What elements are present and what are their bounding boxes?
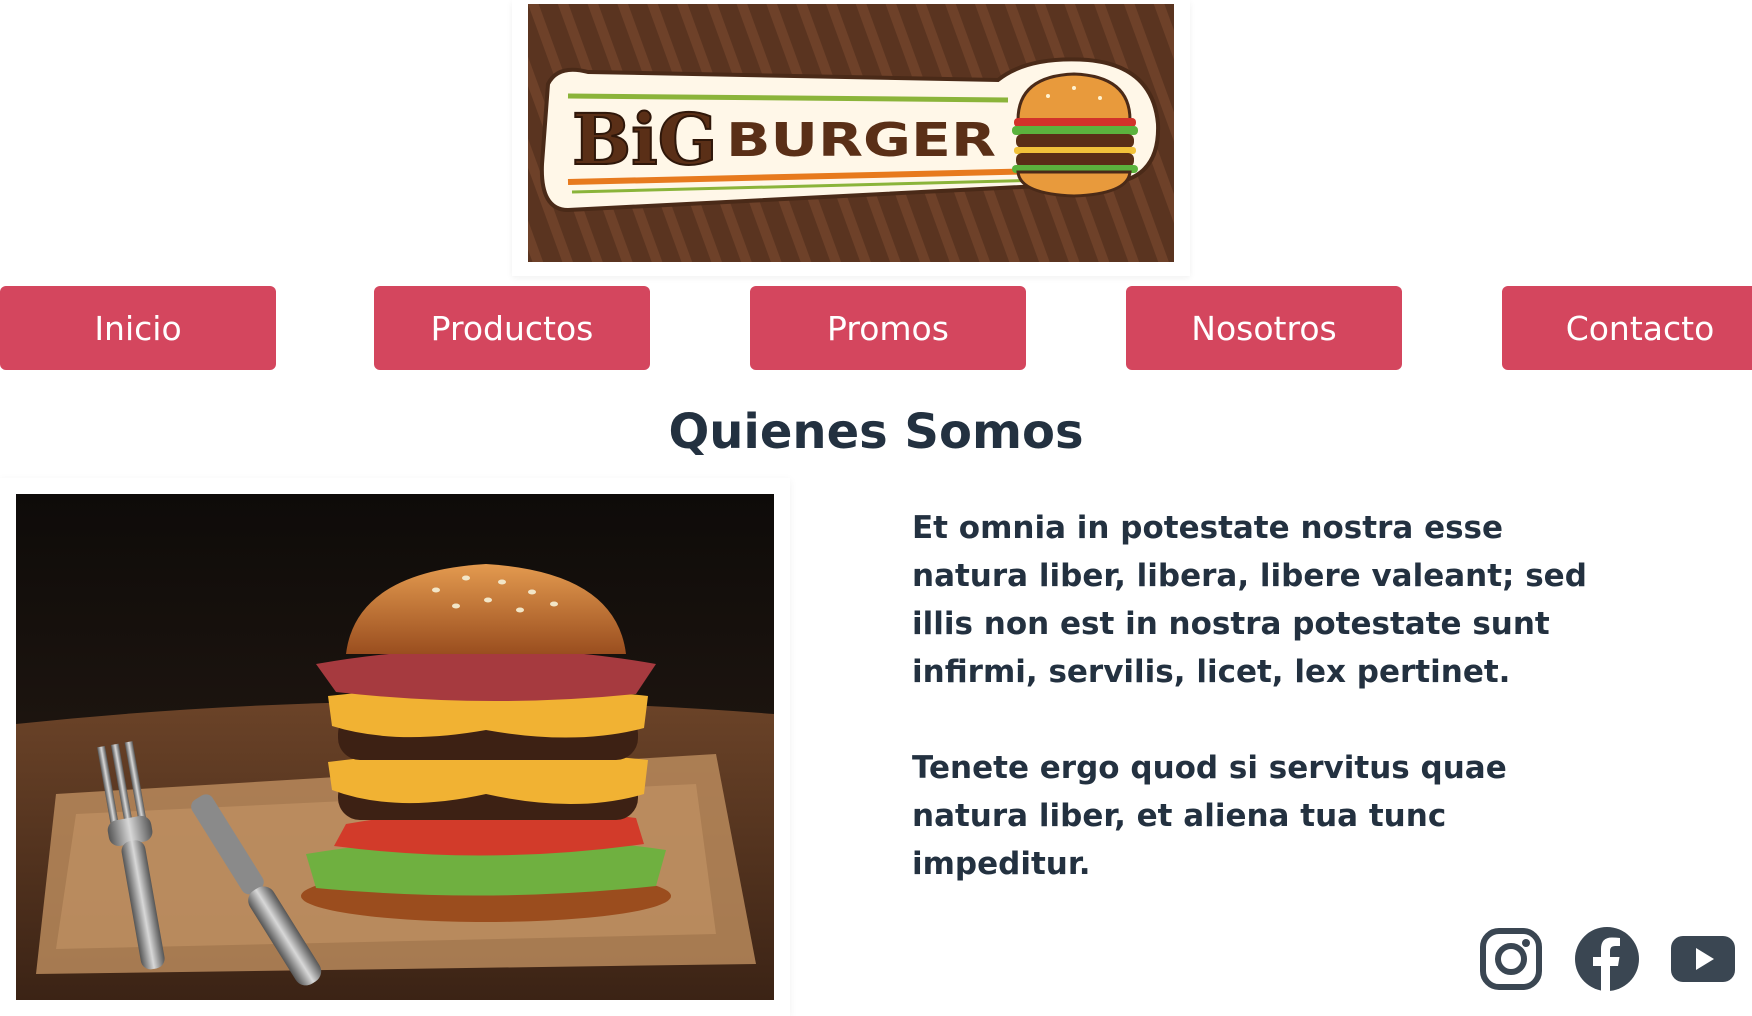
instagram-icon[interactable] — [1480, 926, 1542, 992]
logo-text-big: BiG — [572, 98, 718, 181]
about-text: Et omnia in potestate nostra esse natura… — [912, 504, 1612, 936]
nav-productos-label: Productos — [430, 308, 594, 348]
nav-nosotros-button[interactable]: Nosotros — [1126, 286, 1402, 370]
nav-productos-button[interactable]: Productos — [374, 286, 650, 370]
nav-promos-button[interactable]: Promos — [750, 286, 1026, 370]
page: BiG BURGER Inicio Productos Promos Nosot… — [0, 0, 1752, 1016]
main-nav: Inicio Productos Promos Nosotros Contact… — [0, 286, 1752, 370]
nav-inicio-label: Inicio — [94, 308, 182, 348]
burger-photo — [16, 494, 774, 1000]
burger-photo-card — [0, 478, 790, 1016]
nav-promos-label: Promos — [827, 308, 949, 348]
nav-nosotros-label: Nosotros — [1191, 308, 1337, 348]
about-title: Quienes Somos — [668, 404, 1084, 460]
about-paragraph-1: Et omnia in potestate nostra esse natura… — [912, 510, 1587, 690]
nav-contacto-label: Contacto — [1565, 308, 1715, 348]
logo-text-burger: BURGER — [726, 113, 996, 167]
burger-illustration — [1012, 72, 1138, 198]
nav-contacto-button[interactable]: Contacto — [1502, 286, 1752, 370]
facebook-icon[interactable] — [1574, 926, 1640, 992]
about-paragraph-2: Tenete ergo quod si servitus quae natura… — [912, 750, 1507, 882]
nav-inicio-button[interactable]: Inicio — [0, 286, 276, 370]
big-burger-logo: BiG BURGER — [528, 4, 1174, 262]
logo-card[interactable]: BiG BURGER — [512, 0, 1190, 276]
youtube-icon[interactable] — [1670, 934, 1736, 984]
